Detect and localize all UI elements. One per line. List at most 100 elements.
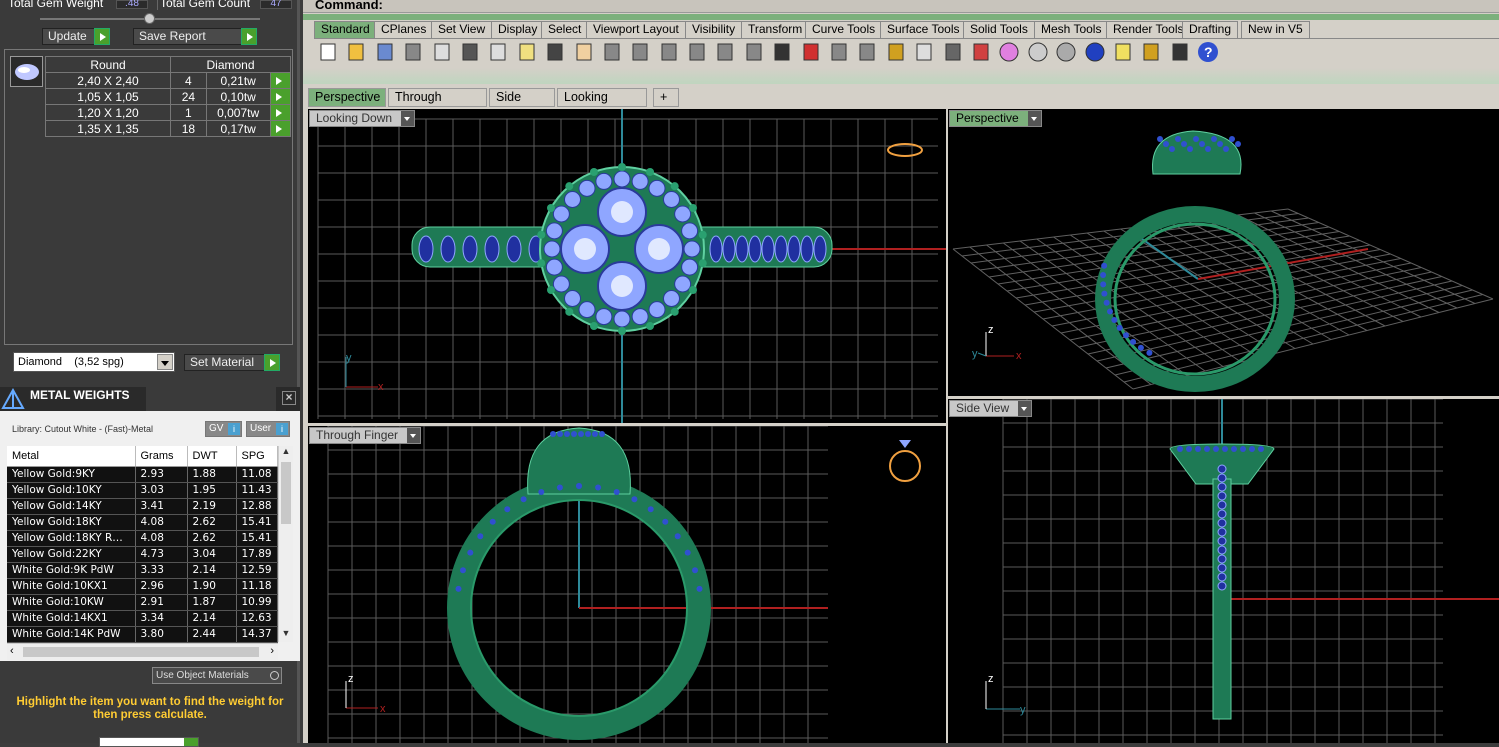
scroll-left-icon[interactable]: ‹ [10, 645, 14, 657]
scroll-thumb[interactable] [23, 647, 259, 657]
undo-icon[interactable] [542, 39, 568, 65]
gem-row[interactable]: 1,35 X 1,35 18 0,17tw [45, 120, 292, 137]
metal-row[interactable]: Yellow Gold:22KY 4.73 3.04 17.89 [7, 546, 278, 563]
close-icon[interactable]: × [282, 391, 296, 405]
use-object-materials-toggle[interactable]: Use Object Materials [152, 667, 282, 684]
scroll-up-icon[interactable]: ▲ [279, 446, 293, 460]
lock-icon[interactable] [940, 39, 966, 65]
toolbar-tab[interactable]: Visibility [685, 21, 743, 38]
gem-row[interactable]: 1,20 X 1,20 1 0,007tw [45, 104, 292, 121]
gem-row[interactable]: 1,05 X 1,05 24 0,10tw [45, 88, 292, 105]
toolbar-tab[interactable]: Surface Tools [880, 21, 967, 38]
viewport-tab[interactable]: Perspective [308, 88, 386, 107]
toolbar-tab[interactable]: New in V5 [1241, 21, 1310, 38]
play-icon[interactable] [269, 88, 292, 105]
viewport-label-looking-down[interactable]: Looking Down [309, 110, 416, 127]
help-icon[interactable]: ? [1195, 39, 1221, 65]
metal-row[interactable]: Yellow Gold:18KY 4.08 2.62 15.41 [7, 514, 278, 531]
command-bar[interactable]: Command: [303, 0, 1499, 13]
toolbar-tab[interactable]: Drafting [1182, 21, 1239, 38]
toolbar-tab[interactable]: Transform [741, 21, 810, 38]
metal-row[interactable]: Yellow Gold:18KY R… 4.08 2.62 15.41 [7, 530, 278, 547]
chevron-down-icon[interactable] [401, 111, 415, 126]
toolbar-tab[interactable]: Mesh Tools [1034, 21, 1109, 38]
play-icon[interactable] [269, 104, 292, 121]
color-wheel-icon[interactable] [996, 39, 1022, 65]
set-material-button[interactable]: Set Material [184, 354, 280, 371]
four-views-icon[interactable] [769, 39, 795, 65]
undo-view-icon[interactable] [741, 39, 767, 65]
toolbar-tab[interactable]: Set View [431, 21, 493, 38]
save-report-button[interactable]: Save Report [133, 28, 257, 45]
add-viewport-icon[interactable]: + [653, 88, 679, 107]
play-icon[interactable] [269, 72, 292, 89]
import-icon[interactable] [429, 39, 455, 65]
zoom-selected-icon[interactable] [712, 39, 738, 65]
scroll-down-icon[interactable]: ▼ [279, 628, 293, 642]
metal-row[interactable]: White Gold:14K PdW 3.80 2.44 14.37 [7, 626, 278, 643]
gem-row[interactable]: 2,40 X 2,40 4 0,21tw [45, 72, 292, 89]
cut-icon[interactable] [457, 39, 483, 65]
splitter-knob[interactable] [144, 13, 155, 24]
viewport-tab[interactable]: Looking Down [557, 88, 647, 121]
toolbar-tab[interactable]: Standard [314, 21, 377, 38]
calculate-select[interactable] [99, 737, 199, 747]
car-icon[interactable] [798, 39, 824, 65]
chevron-down-icon[interactable] [184, 738, 198, 746]
metal-row[interactable]: Yellow Gold:9KY 2.93 1.88 11.08 [7, 466, 278, 483]
open-icon[interactable] [343, 39, 369, 65]
viewport-tab[interactable]: Through Finger [388, 88, 487, 121]
zoom-extents-icon[interactable] [684, 39, 710, 65]
play-icon[interactable] [269, 120, 292, 137]
metal-row[interactable]: Yellow Gold:14KY 3.41 2.19 12.88 [7, 498, 278, 515]
viewport-tab[interactable]: Side View [489, 88, 555, 121]
metal-row[interactable]: White Gold:14KX1 3.34 2.14 12.63 [7, 610, 278, 627]
dimension-icon[interactable] [1167, 39, 1193, 65]
toolbar-tab[interactable]: Viewport Layout [586, 21, 686, 38]
material-icon[interactable] [1110, 39, 1136, 65]
user-toggle[interactable]: User i [246, 421, 290, 437]
toolbar-tab[interactable]: Solid Tools [963, 21, 1035, 38]
metal-column-header[interactable]: Grams [135, 446, 188, 467]
gv-toggle[interactable]: GV i [205, 421, 242, 437]
scroll-right-icon[interactable]: › [270, 645, 274, 657]
layer-icon[interactable] [968, 39, 994, 65]
lightbulb-icon[interactable] [911, 39, 937, 65]
point-icon[interactable] [854, 39, 880, 65]
viewport-perspective[interactable]: x z y Perspective [948, 109, 1499, 396]
zoom-icon[interactable] [627, 39, 653, 65]
metal-column-header[interactable]: SPG [236, 446, 278, 467]
metal-column-header[interactable]: Metal [7, 446, 136, 467]
vertical-scrollbar[interactable]: ▲ ▼ [278, 446, 293, 642]
new-icon[interactable] [315, 39, 341, 65]
viewport-label-perspective[interactable]: Perspective [949, 110, 1042, 127]
viewport-side-view[interactable]: y z Side View [948, 399, 1499, 743]
material-select[interactable]: Diamond (3,52 spg) [13, 352, 175, 372]
zoom-window-icon[interactable] [656, 39, 682, 65]
viewport-through-finger[interactable]: x z Through Finger [308, 426, 946, 743]
blue-sphere-icon[interactable] [1082, 39, 1108, 65]
shaded-sphere-icon[interactable] [1025, 39, 1051, 65]
metal-row[interactable]: Yellow Gold:10KY 3.03 1.95 11.43 [7, 482, 278, 499]
update-button[interactable]: Update [42, 28, 110, 45]
viewport-label-side-view[interactable]: Side View [949, 400, 1033, 417]
metal-column-header[interactable]: DWT [187, 446, 237, 467]
gem-thumbnail[interactable] [10, 56, 43, 87]
toolbar-tab[interactable]: Display [491, 21, 545, 38]
copy-icon[interactable] [485, 39, 511, 65]
chevron-down-icon[interactable] [1018, 401, 1032, 416]
chevron-down-icon[interactable] [157, 354, 173, 370]
gear-icon[interactable] [1138, 39, 1164, 65]
toolbar-tab[interactable]: Select [541, 21, 589, 38]
metal-row[interactable]: White Gold:9K PdW 3.33 2.14 12.59 [7, 562, 278, 579]
toolbar-tab[interactable]: Render Tools [1106, 21, 1191, 38]
viewport-looking-down[interactable]: x y Looking Down [308, 109, 946, 423]
toolbar-tab[interactable]: CPlanes [374, 21, 434, 38]
chevron-down-icon[interactable] [1027, 111, 1041, 126]
save-icon[interactable] [372, 39, 398, 65]
render-sphere-icon[interactable] [1053, 39, 1079, 65]
osnap-icon[interactable] [826, 39, 852, 65]
grid-icon[interactable] [883, 39, 909, 65]
scroll-thumb[interactable] [281, 462, 291, 524]
pan-hand-icon[interactable] [571, 39, 597, 65]
